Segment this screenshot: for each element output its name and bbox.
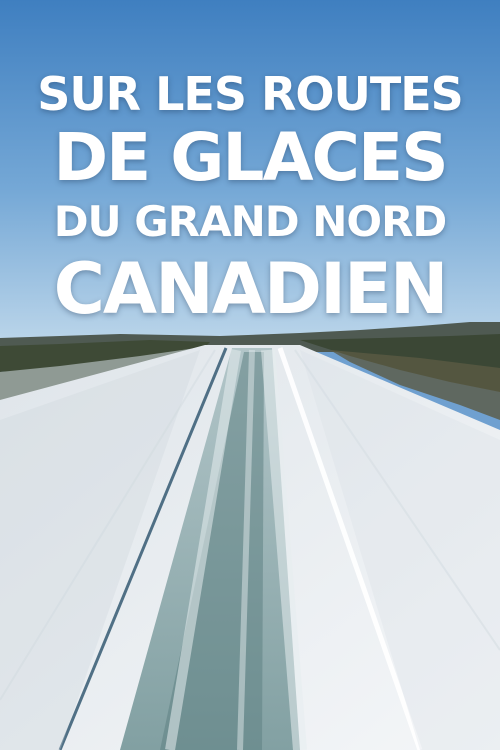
title-line-4: CANADIEN xyxy=(53,248,449,330)
title-line-2: DE GLACES xyxy=(53,119,448,196)
title-line-1: SUR LES ROUTES xyxy=(37,67,464,121)
poster: SUR LES ROUTES DE GLACES DU GRAND NORD C… xyxy=(0,0,500,750)
poster-title: SUR LES ROUTES DE GLACES DU GRAND NORD C… xyxy=(0,66,500,328)
title-line-3: DU GRAND NORD xyxy=(53,197,448,246)
